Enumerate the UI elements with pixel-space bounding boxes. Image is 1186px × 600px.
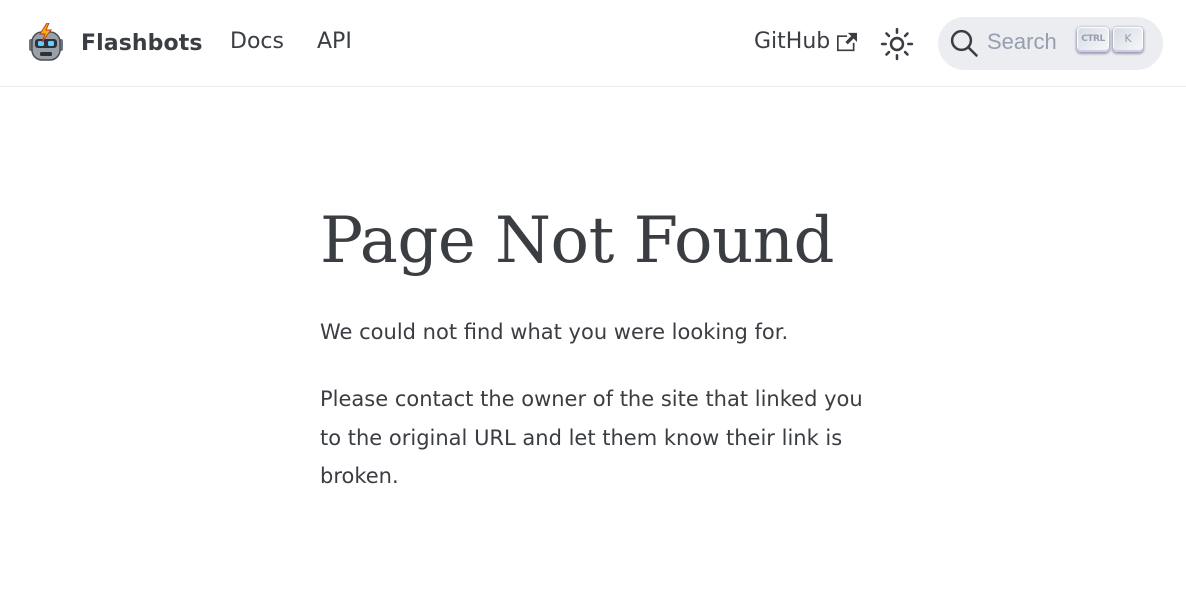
external-link-icon [837,32,858,51]
search-placeholder: Search [987,29,1057,54]
brand-title: Flashbots [81,30,203,56]
robot-logo-icon [29,23,63,61]
shortcut-key-k: K [1113,27,1143,52]
shortcut-key-ctrl: CTRL [1077,27,1109,52]
brand-link[interactable]: Flashbots [28,23,203,63]
contact-owner-message: Please contact the owner of the site tha… [320,387,863,488]
search-icon [950,29,978,57]
page-title: Page Not Found [320,204,834,278]
sun-icon [880,27,914,61]
navbar: Flashbots Docs API GitHub Search CTRL K [0,0,1186,87]
nav-link-github[interactable]: GitHub [754,29,858,54]
nav-link-docs[interactable]: Docs [230,29,284,54]
github-label: GitHub [754,29,831,54]
nav-link-api[interactable]: API [317,29,352,54]
search-button[interactable]: Search CTRL K [938,17,1163,70]
not-found-message: We could not find what you were looking … [320,320,789,344]
theme-toggle-button[interactable] [878,25,916,63]
